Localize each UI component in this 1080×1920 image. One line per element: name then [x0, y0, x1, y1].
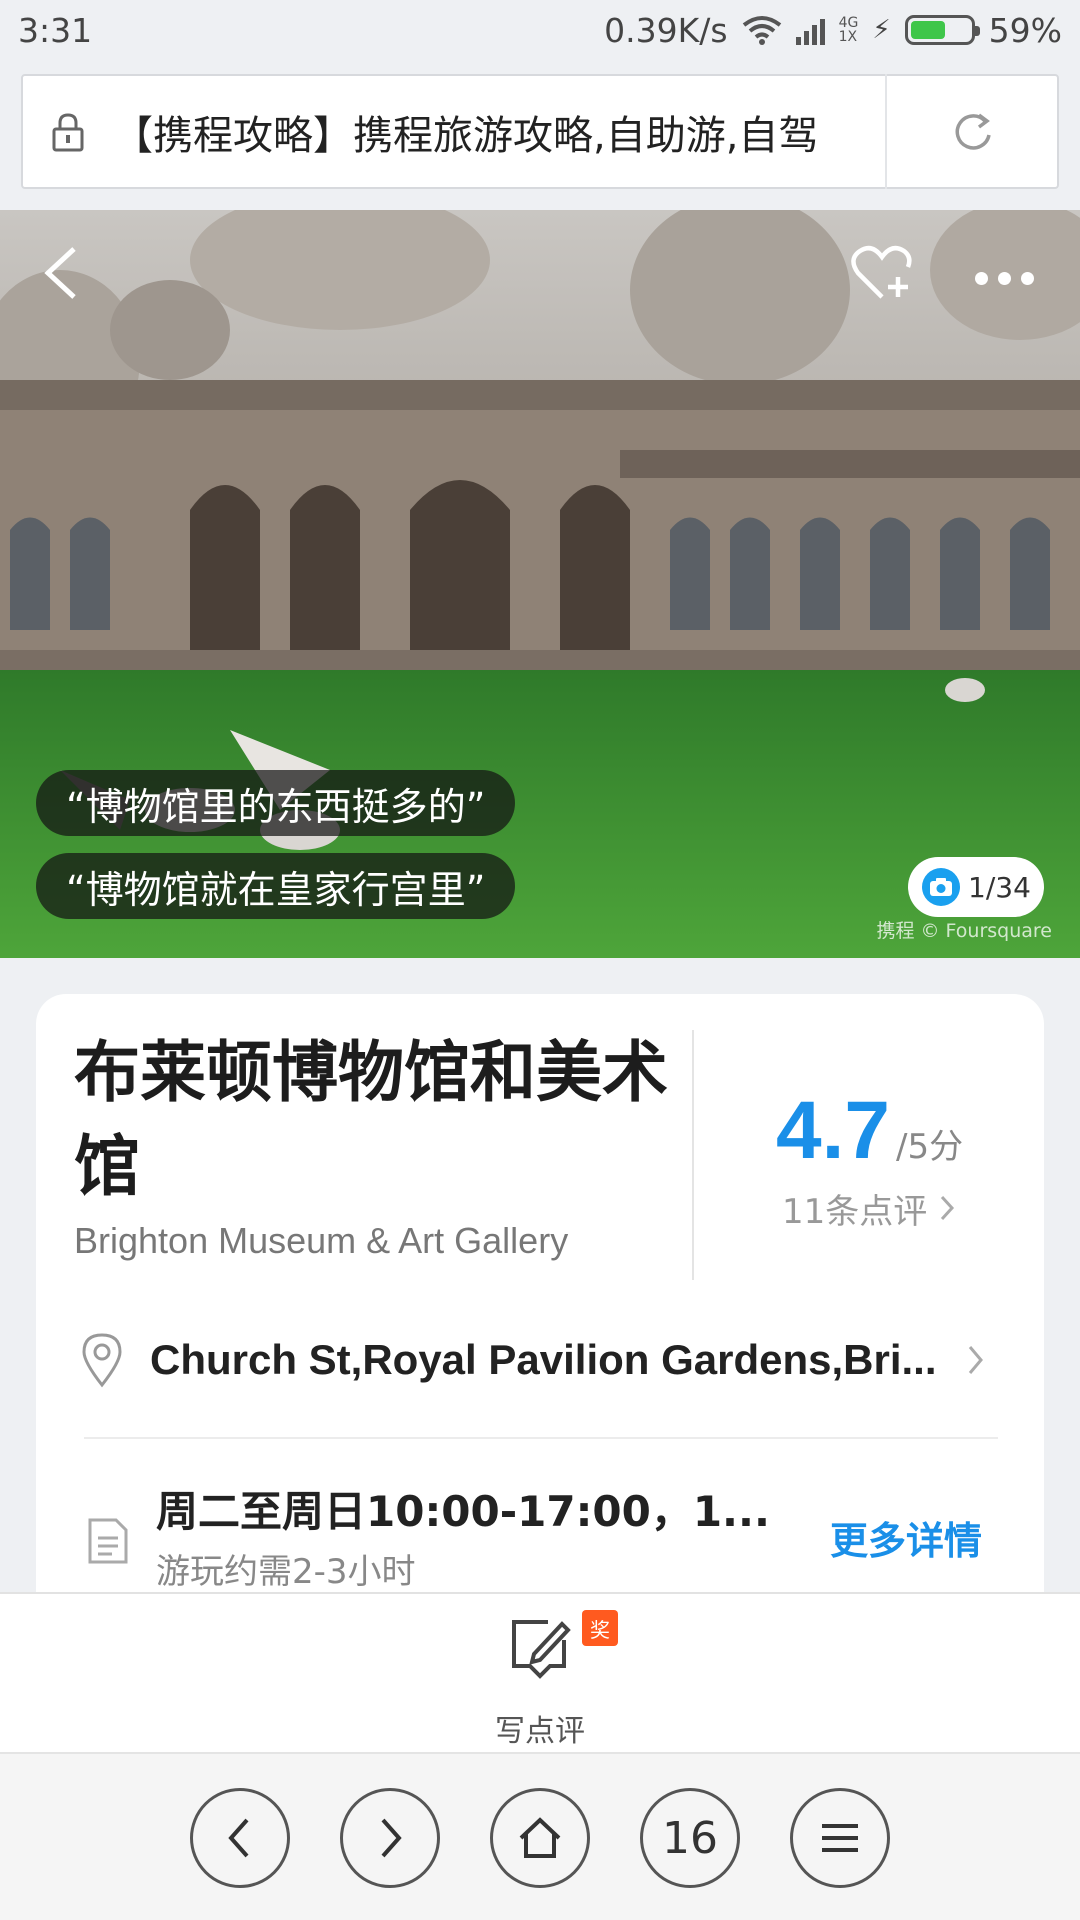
nav-menu-button[interactable]	[790, 1788, 890, 1888]
poi-card: 布莱顿博物馆和美术馆 Brighton Museum & Art Gallery…	[36, 994, 1044, 1614]
photo-counter[interactable]: 1/34	[908, 857, 1044, 917]
lock-icon	[23, 112, 113, 152]
nav-back-button[interactable]	[190, 1788, 290, 1888]
menu-icon	[822, 1824, 858, 1852]
pavilion-photo	[0, 210, 1080, 958]
poi-title: 布莱顿博物馆和美术馆	[74, 1034, 668, 1205]
status-bar: 3:31 0.39K/s 4G 1X ⚡ 59%	[0, 0, 1080, 60]
page-title-url[interactable]: 【携程攻略】携程旅游攻略,自助游,自驾	[113, 103, 885, 161]
write-review-icon	[512, 1620, 571, 1679]
chevron-right-icon	[968, 1346, 983, 1374]
battery-percent: 59%	[988, 10, 1062, 50]
reward-badge: 奖	[582, 1610, 618, 1646]
browser-nav: 16	[0, 1752, 1080, 1920]
chevron-right-icon	[940, 1195, 955, 1221]
network-type: 4G 1X	[838, 15, 859, 45]
review-quote-1: “博物馆里的东西挺多的”	[36, 770, 516, 836]
reviews-link[interactable]: 11条点评	[782, 1184, 958, 1233]
write-review-bar[interactable]: 奖 写点评	[0, 1592, 1080, 1752]
address-bar[interactable]: 【携程攻略】携程旅游攻略,自助游,自驾	[21, 74, 1059, 189]
nav-home-button[interactable]	[490, 1788, 590, 1888]
address-row[interactable]: Church St,Royal Pavilion Gardens,Bri...	[74, 1320, 1014, 1400]
rating-score: 4.7	[776, 1085, 890, 1176]
charging-icon: ⚡	[872, 15, 891, 45]
chevron-left-icon	[228, 1818, 249, 1858]
rating: 4.7 /5分	[776, 1084, 963, 1178]
write-review-label: 写点评	[495, 1714, 585, 1749]
more-dots-icon[interactable]	[975, 272, 1034, 285]
photo-counter-text: 1/34	[968, 870, 1031, 904]
wifi-icon	[742, 16, 781, 45]
rating-max: /5分	[896, 1127, 964, 1167]
reload-icon[interactable]	[887, 109, 1057, 155]
visit-duration: 游玩约需2-3小时	[156, 1552, 416, 1592]
network-speed: 0.39K/s	[604, 10, 728, 50]
tabs-count: 16	[662, 1812, 718, 1864]
photo-watermark: 携程 © Foursquare	[876, 920, 1052, 942]
hero-photo[interactable]: “博物馆里的东西挺多的” “博物馆就在皇家行宫里”	[0, 210, 1080, 958]
poi-subtitle: Brighton Museum & Art Gallery	[74, 1220, 569, 1261]
camera-icon	[922, 868, 960, 906]
signal-icon	[795, 15, 825, 45]
document-icon	[88, 1518, 128, 1564]
location-pin-icon	[82, 1333, 122, 1388]
battery-icon	[904, 15, 980, 45]
nav-forward-button[interactable]	[340, 1788, 440, 1888]
favorite-add-icon[interactable]	[850, 245, 914, 307]
more-details-link[interactable]: 更多详情	[830, 1510, 982, 1565]
opening-hours: 周二至周日10:00-17:00，1...	[156, 1487, 770, 1536]
home-icon	[519, 1817, 561, 1858]
address-text: Church St,Royal Pavilion Gardens,Bri...	[150, 1336, 937, 1383]
status-time: 3:31	[18, 10, 93, 50]
back-arrow-icon[interactable]	[40, 245, 80, 305]
chevron-right-icon	[381, 1818, 402, 1858]
nav-tabs-button[interactable]: 16	[640, 1788, 740, 1888]
review-quote-2: “博物馆就在皇家行宫里”	[36, 853, 516, 919]
battery-level	[910, 21, 945, 39]
